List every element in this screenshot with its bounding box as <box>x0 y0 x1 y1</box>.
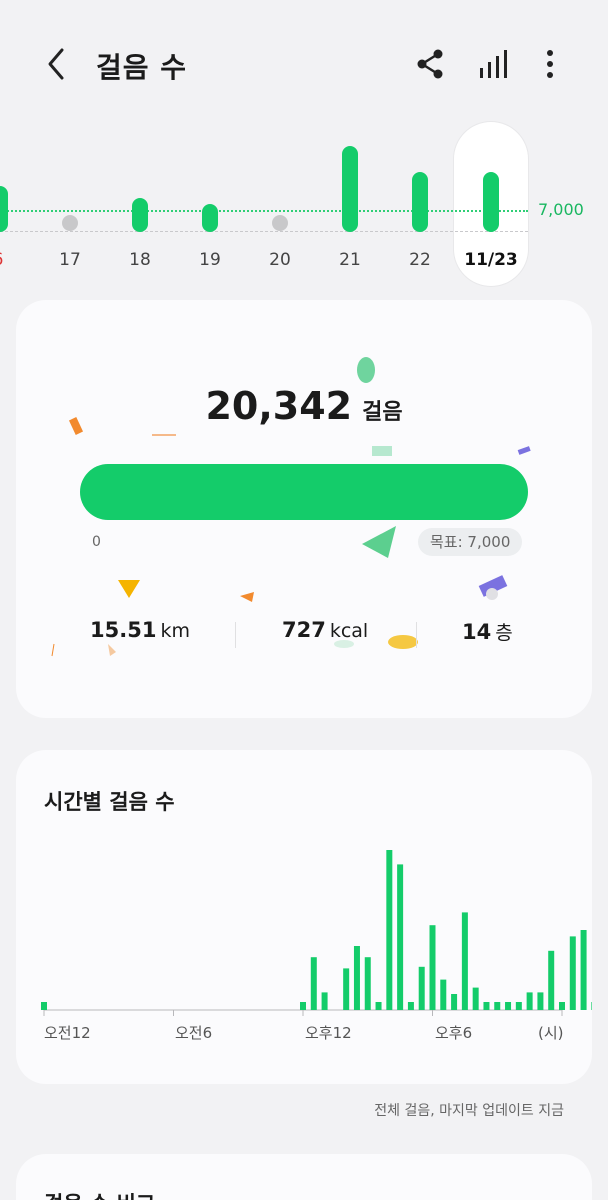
hour-bar[interactable] <box>397 864 404 1010</box>
steps-compare-card[interactable]: 걸음 수 비교 <box>16 1154 592 1200</box>
goal-label: 7,000 <box>538 200 584 219</box>
hour-bar[interactable] <box>451 994 458 1010</box>
week-selector: 7,000 6 17 18 19 20 21 22 11/23 <box>0 118 608 298</box>
day-bar-22[interactable] <box>412 172 428 232</box>
back-icon <box>48 48 64 80</box>
day-bar-19[interactable] <box>202 204 218 232</box>
progress-start-label: 0 <box>92 534 101 550</box>
calories-value: 727 <box>282 618 326 642</box>
day-dot-17[interactable] <box>62 215 78 231</box>
more-options-button[interactable] <box>530 44 570 84</box>
hour-bar[interactable] <box>548 950 555 1010</box>
x-axis-label: 오후12 <box>305 1024 352 1042</box>
hour-bar[interactable] <box>526 992 533 1010</box>
hour-bar[interactable] <box>353 946 360 1010</box>
floors-unit: 층 <box>495 622 513 644</box>
hour-bar[interactable] <box>537 992 544 1010</box>
day-dot-20[interactable] <box>272 215 288 231</box>
hour-bar[interactable] <box>386 850 393 1010</box>
hourly-steps-chart <box>41 850 592 1016</box>
day-label[interactable]: 17 <box>40 250 100 270</box>
day-label[interactable]: 22 <box>390 250 450 270</box>
day-label-selected[interactable]: 11/23 <box>461 250 521 270</box>
hour-bar[interactable] <box>343 968 350 1010</box>
day-label[interactable]: 19 <box>180 250 240 270</box>
steps-unit: 걸음 <box>362 400 403 425</box>
day-bar-23[interactable] <box>483 172 499 232</box>
bar-chart-icon <box>480 50 507 78</box>
hour-bar[interactable] <box>418 966 425 1010</box>
back-button[interactable] <box>40 44 76 84</box>
x-axis-label: 오후6 <box>435 1024 473 1042</box>
page-title: 걸음 수 <box>96 51 188 84</box>
hour-bar[interactable] <box>505 1002 512 1010</box>
card-title: 걸음 수 비교 <box>44 1188 155 1200</box>
divider <box>416 622 417 648</box>
hourly-steps-card[interactable]: 시간별 걸음 수 오전12 오전6 오후12 오후6 (시) <box>16 750 592 1084</box>
goal-chip[interactable]: 목표: 7,000 <box>418 528 523 556</box>
hour-bar[interactable] <box>429 925 436 1010</box>
hour-bar[interactable] <box>375 1002 382 1010</box>
hour-bar[interactable] <box>310 957 317 1010</box>
share-icon <box>417 49 443 79</box>
hour-bar[interactable] <box>440 979 447 1010</box>
share-button[interactable] <box>410 44 450 84</box>
calories-unit: kcal <box>329 620 369 642</box>
hour-bar[interactable] <box>559 1002 565 1010</box>
x-axis-label: 오전12 <box>44 1024 91 1042</box>
divider <box>235 622 236 648</box>
hour-bar[interactable] <box>364 957 371 1010</box>
day-bar-16[interactable] <box>0 186 8 232</box>
x-axis-label: 오전6 <box>175 1024 213 1042</box>
day-label[interactable]: 6 <box>0 250 28 270</box>
hour-bar[interactable] <box>321 992 328 1010</box>
day-label[interactable]: 20 <box>250 250 310 270</box>
distance-value: 15.51 <box>90 618 157 642</box>
card-title: 시간별 걸음 수 <box>44 790 175 814</box>
calories-stat: 727 kcal <box>282 618 368 642</box>
hour-bar[interactable] <box>515 1002 522 1010</box>
steps-summary-card: 20,342 걸음 0 목표: 7,000 15.51 km 727 kcal 14 층 <box>16 300 592 718</box>
floors-stat: 14 층 <box>462 618 513 645</box>
steps-value: 20,342 <box>205 384 353 428</box>
hour-bar[interactable] <box>591 1002 592 1010</box>
hour-bar[interactable] <box>472 987 479 1010</box>
hour-bar[interactable] <box>407 1002 414 1010</box>
trends-button[interactable] <box>474 44 514 84</box>
hour-bar[interactable] <box>483 1002 490 1010</box>
day-bar-18[interactable] <box>132 198 148 232</box>
distance-stat: 15.51 km <box>90 618 190 642</box>
day-label[interactable]: 21 <box>320 250 380 270</box>
floors-value: 14 <box>462 620 492 644</box>
hour-bar[interactable] <box>461 912 468 1010</box>
hour-bar[interactable] <box>494 1002 501 1010</box>
baseline <box>0 231 528 232</box>
day-label[interactable]: 18 <box>110 250 170 270</box>
hour-bar[interactable] <box>300 1002 306 1010</box>
hour-bar[interactable] <box>41 1002 47 1010</box>
more-vert-icon <box>547 50 553 78</box>
hour-bar[interactable] <box>580 930 587 1010</box>
hour-bar[interactable] <box>569 936 576 1010</box>
app-header: 걸음 수 <box>0 0 608 128</box>
steps-total: 20,342 걸음 <box>16 384 592 428</box>
goal-progress-bar <box>80 464 528 520</box>
day-bar-21[interactable] <box>342 146 358 232</box>
x-axis-label: (시) <box>538 1024 564 1042</box>
distance-unit: km <box>160 620 190 642</box>
last-updated-note: 전체 걸음, 마지막 업데이트 지금 <box>374 1103 564 1119</box>
goal-line <box>0 210 528 212</box>
